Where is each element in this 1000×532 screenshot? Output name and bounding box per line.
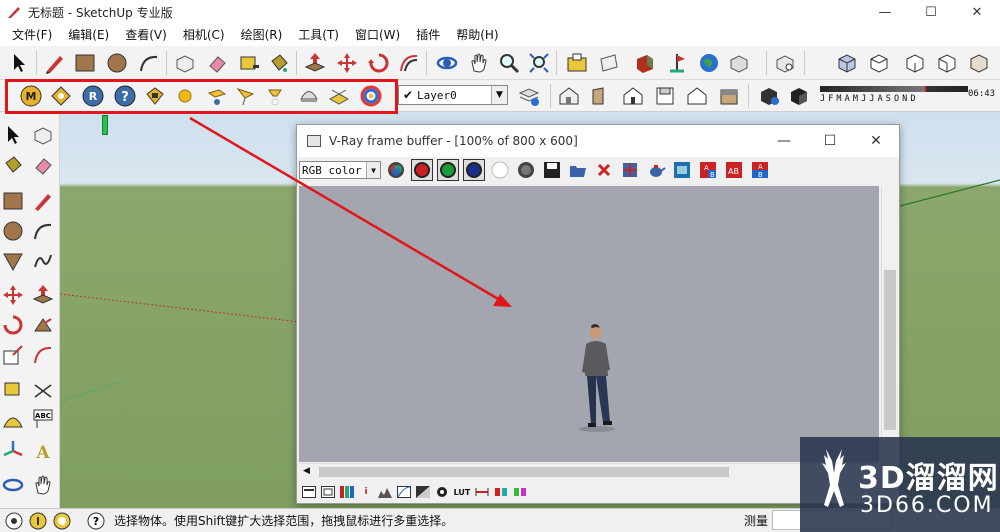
site-watermark: 3D溜溜网 3D66.COM bbox=[800, 437, 1000, 532]
status-hint: 选择物体。使用Shift键扩大选择范围，拖拽鼠标进行多重选择。 bbox=[114, 514, 454, 528]
watermark-cn: 3D溜溜网 bbox=[858, 461, 999, 496]
watermark-en: 3D66.COM bbox=[860, 493, 994, 518]
svg-text:?: ? bbox=[93, 515, 99, 528]
help-circle-icon[interactable]: ? bbox=[86, 511, 106, 531]
deer-logo-icon bbox=[822, 449, 846, 507]
credits-icon[interactable] bbox=[28, 511, 48, 531]
user-icon[interactable] bbox=[52, 511, 72, 531]
measurements-label: 测量 bbox=[744, 514, 769, 528]
geo-location-icon[interactable] bbox=[4, 511, 24, 531]
